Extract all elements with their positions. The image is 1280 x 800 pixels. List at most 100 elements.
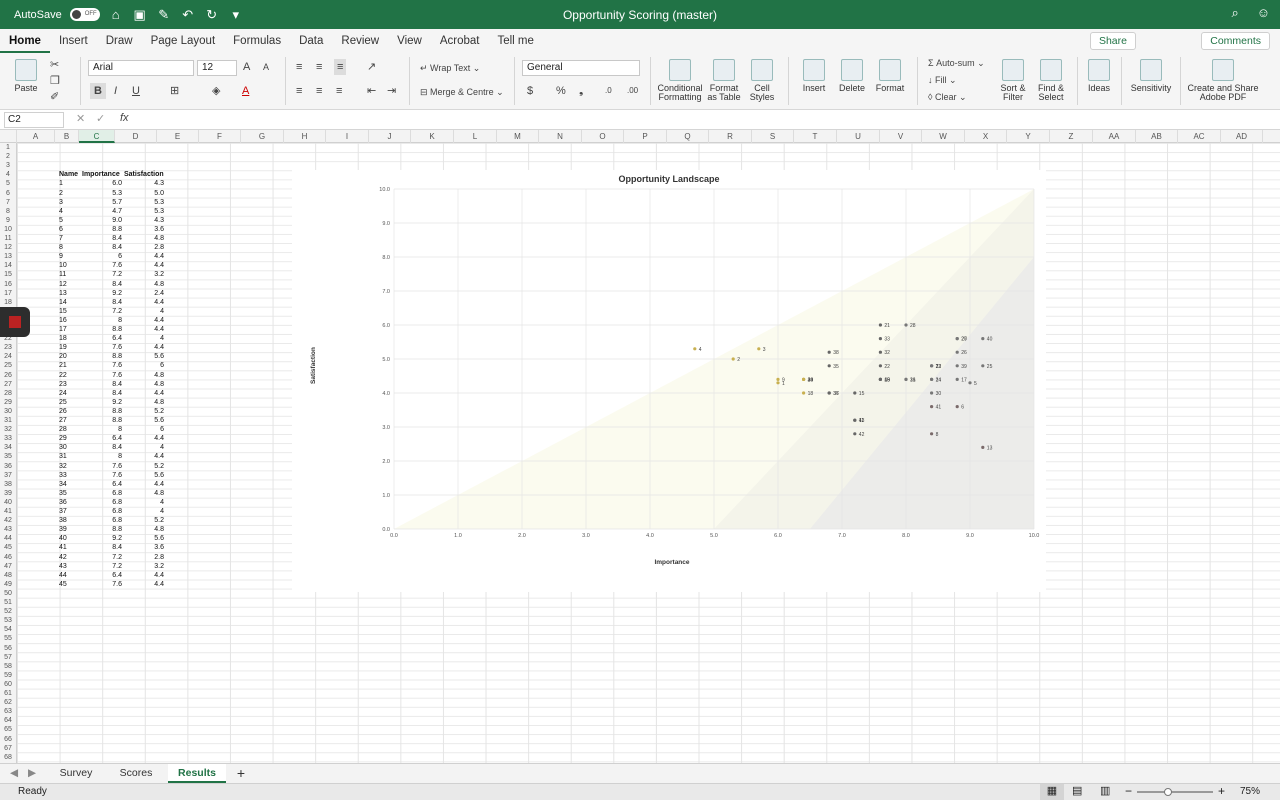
table-cell[interactable]: 4.8: [124, 489, 164, 498]
table-cell[interactable]: 4.4: [124, 261, 164, 270]
table-cell[interactable]: 3.6: [124, 543, 164, 552]
font-color-icon[interactable]: A: [242, 83, 249, 99]
row-header[interactable]: 35: [0, 452, 16, 461]
row-header[interactable]: 43: [0, 525, 16, 534]
table-cell[interactable]: 4.3: [124, 179, 164, 188]
table-cell[interactable]: 8.4: [82, 234, 122, 243]
table-cell[interactable]: 8.4: [82, 243, 122, 252]
column-header-aa[interactable]: AA: [1093, 130, 1136, 143]
zoom-slider-handle[interactable]: [1164, 788, 1172, 796]
table-cell[interactable]: 13: [59, 289, 81, 298]
row-header[interactable]: 13: [0, 252, 16, 261]
zoom-in-icon[interactable]: +: [1218, 784, 1225, 798]
table-cell[interactable]: 32: [59, 462, 81, 471]
borders-icon[interactable]: ⊞: [170, 83, 179, 99]
table-cell[interactable]: 4.4: [124, 580, 164, 589]
table-cell[interactable]: 4.8: [124, 398, 164, 407]
table-cell[interactable]: 7.2: [82, 307, 122, 316]
autosave-toggle[interactable]: OFF: [69, 8, 100, 21]
table-cell[interactable]: 6.8: [82, 516, 122, 525]
table-cell[interactable]: 2: [59, 189, 81, 198]
undo-icon[interactable]: ↶: [180, 7, 196, 23]
table-cell[interactable]: 4: [124, 507, 164, 516]
column-header-u[interactable]: U: [837, 130, 880, 143]
table-cell[interactable]: 7.6: [82, 580, 122, 589]
tab-formulas[interactable]: Formulas: [224, 29, 290, 53]
table-cell[interactable]: 21: [59, 361, 81, 370]
table-cell[interactable]: 22: [59, 371, 81, 380]
format-painter-icon[interactable]: ✐: [50, 89, 59, 105]
row-header[interactable]: 44: [0, 534, 16, 543]
row-header[interactable]: 29: [0, 398, 16, 407]
table-cell[interactable]: 5.2: [124, 516, 164, 525]
table-cell[interactable]: 26: [59, 407, 81, 416]
table-cell[interactable]: 4.4: [124, 252, 164, 261]
table-cell[interactable]: 25: [59, 398, 81, 407]
tell-me[interactable]: Tell me: [488, 29, 542, 53]
table-cell[interactable]: 4.4: [124, 389, 164, 398]
cell-styles-button[interactable]: Cell Styles: [744, 59, 780, 102]
table-cell[interactable]: 7.2: [82, 270, 122, 279]
cut-icon[interactable]: ✂: [50, 57, 59, 73]
table-cell[interactable]: 10: [59, 261, 81, 270]
table-cell[interactable]: 34: [59, 480, 81, 489]
row-header[interactable]: 14: [0, 261, 16, 270]
row-header[interactable]: 2: [0, 152, 16, 161]
table-header-cell[interactable]: Satisfaction: [124, 170, 164, 179]
row-header[interactable]: 42: [0, 516, 16, 525]
table-cell[interactable]: 37: [59, 507, 81, 516]
table-cell[interactable]: 28: [59, 425, 81, 434]
column-header-ab[interactable]: AB: [1136, 130, 1178, 143]
table-header-cell[interactable]: Importance: [82, 170, 122, 179]
row-header[interactable]: 62: [0, 698, 16, 707]
next-sheet-icon[interactable]: ▶: [26, 764, 38, 783]
tab-data[interactable]: Data: [290, 29, 332, 53]
table-cell[interactable]: 7.6: [82, 361, 122, 370]
row-header[interactable]: 61: [0, 689, 16, 698]
table-cell[interactable]: 4.7: [82, 207, 122, 216]
table-header-cell[interactable]: Name: [59, 170, 81, 179]
table-cell[interactable]: 6.0: [82, 179, 122, 188]
table-cell[interactable]: 18: [59, 334, 81, 343]
column-header-z[interactable]: Z: [1050, 130, 1093, 143]
home-icon[interactable]: ⌂: [108, 7, 124, 22]
prev-sheet-icon[interactable]: ◀: [8, 764, 20, 783]
table-cell[interactable]: 4.4: [124, 452, 164, 461]
row-header[interactable]: 68: [0, 753, 16, 762]
table-cell[interactable]: 8.8: [82, 407, 122, 416]
row-header[interactable]: 54: [0, 625, 16, 634]
table-cell[interactable]: 38: [59, 516, 81, 525]
table-cell[interactable]: 5.3: [82, 189, 122, 198]
row-header[interactable]: 15: [0, 270, 16, 279]
row-header[interactable]: 16: [0, 280, 16, 289]
row-header[interactable]: 18: [0, 298, 16, 307]
row-header[interactable]: 12: [0, 243, 16, 252]
table-cell[interactable]: 4.8: [124, 525, 164, 534]
column-header-c[interactable]: C: [79, 130, 115, 143]
column-header-i[interactable]: I: [326, 130, 369, 143]
comma-icon[interactable]: ❟: [579, 83, 583, 99]
column-header-q[interactable]: Q: [667, 130, 709, 143]
fill-color-icon[interactable]: ◈: [212, 83, 220, 99]
column-header-m[interactable]: M: [497, 130, 539, 143]
conditional-formatting-button[interactable]: Conditional Formatting: [656, 59, 704, 102]
align-middle-icon[interactable]: ≡: [316, 59, 322, 75]
clear-button[interactable]: ◊ Clear ⌄: [928, 89, 967, 105]
table-cell[interactable]: 4: [124, 334, 164, 343]
table-cell[interactable]: 6.8: [82, 507, 122, 516]
decrease-font-icon[interactable]: A: [263, 59, 269, 75]
copy-icon[interactable]: ❐: [50, 73, 60, 89]
table-cell[interactable]: 6.4: [82, 434, 122, 443]
delete-cells-button[interactable]: Delete: [835, 59, 869, 93]
row-header[interactable]: 58: [0, 662, 16, 671]
table-cell[interactable]: 3.2: [124, 562, 164, 571]
row-header[interactable]: 27: [0, 380, 16, 389]
column-header-w[interactable]: W: [922, 130, 965, 143]
italic-button[interactable]: I: [114, 83, 117, 99]
table-cell[interactable]: 6.8: [82, 498, 122, 507]
table-cell[interactable]: 4.4: [124, 480, 164, 489]
wrap-text-button[interactable]: ↵ Wrap Text ⌄: [420, 60, 480, 76]
table-cell[interactable]: 23: [59, 380, 81, 389]
table-cell[interactable]: 19: [59, 343, 81, 352]
table-cell[interactable]: 5.2: [124, 407, 164, 416]
